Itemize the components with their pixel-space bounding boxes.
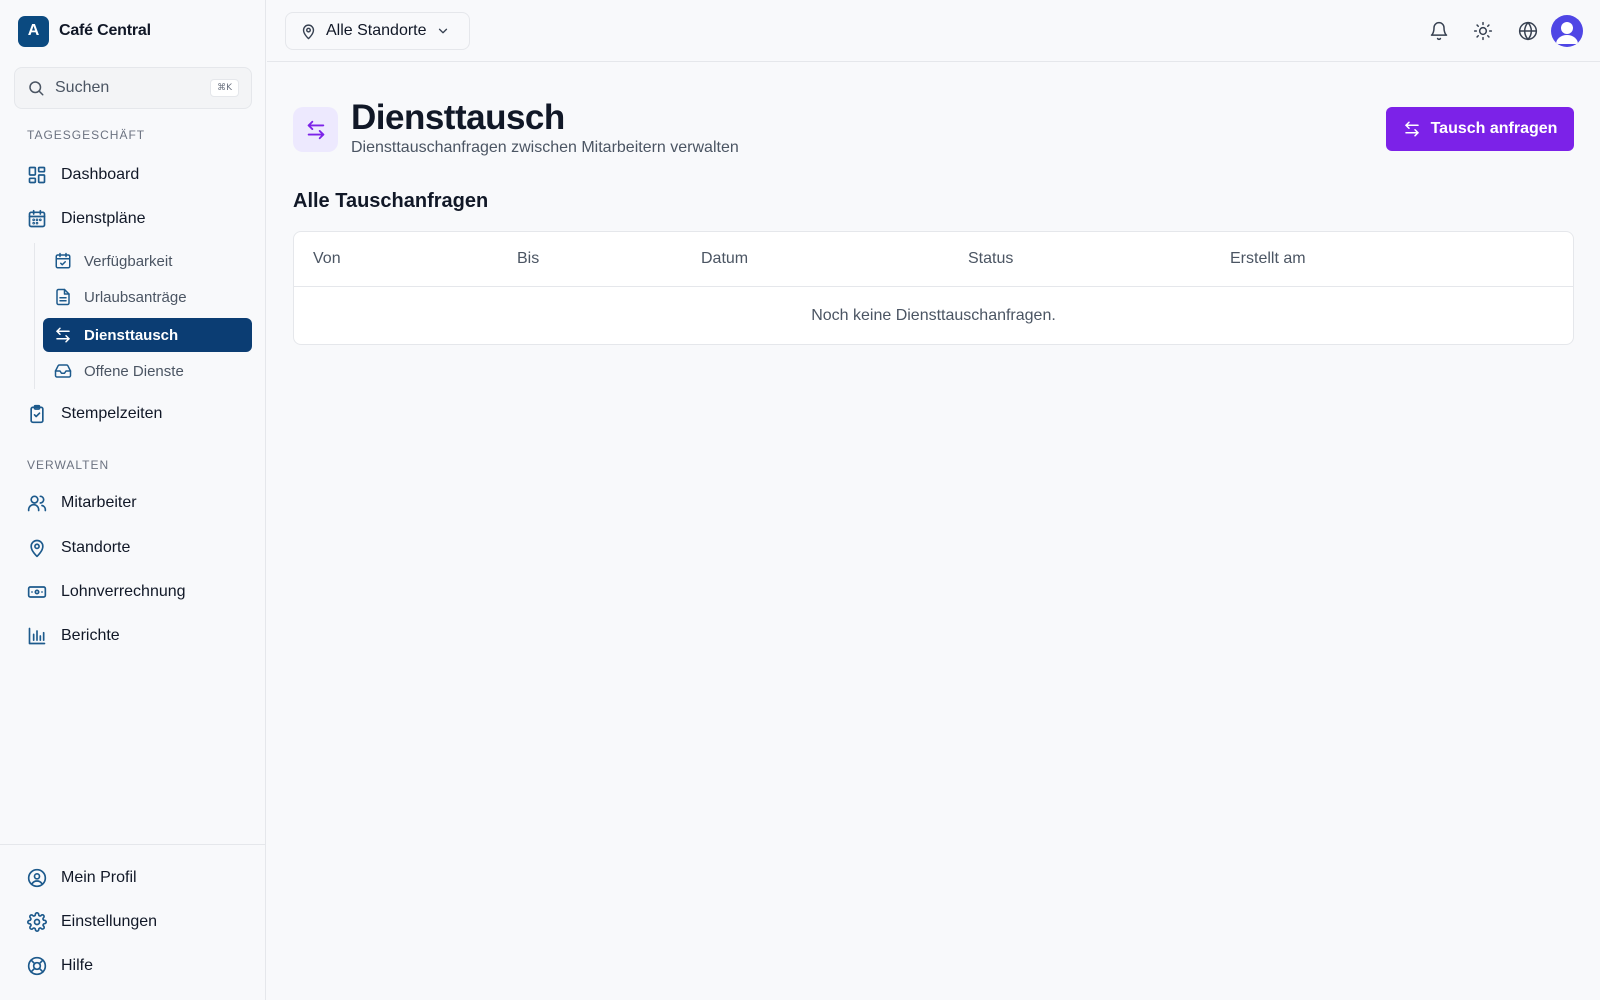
swap-icon xyxy=(1404,121,1419,137)
sidebar-item-label: Mitarbeiter xyxy=(61,494,137,511)
section-label-verwalten: VERWALTEN xyxy=(27,458,110,472)
clipboard-check-icon xyxy=(30,404,44,424)
sidebar-subitem-diensttausch[interactable]: Diensttausch xyxy=(43,318,252,352)
language-button[interactable] xyxy=(1516,19,1540,43)
sidebar-item-label: Standorte xyxy=(61,539,131,556)
sidebar-item-mein-profil[interactable]: Mein Profil xyxy=(14,858,252,898)
sidebar-item-standorte[interactable]: Standorte xyxy=(14,528,252,568)
sidebar-item-label: Stempelzeiten xyxy=(61,405,163,422)
sidebar-item-label: Lohnverrechnung xyxy=(61,583,186,600)
section-label-tagesgeschaeft: TAGESGESCHÄFT xyxy=(27,128,146,142)
brand-name: Café Central xyxy=(59,22,151,39)
sidebar-subitem-label: Diensttausch xyxy=(84,326,179,344)
page-icon xyxy=(293,107,338,152)
location-select[interactable]: Alle Standorte xyxy=(285,12,470,50)
chevron-down-icon xyxy=(438,28,447,34)
page-subtitle: Diensttauschanfragen zwischen Mitarbeite… xyxy=(351,139,739,156)
swap-requests-table: Von Bis Datum Status Erstellt am Noch ke… xyxy=(293,231,1574,345)
sidebar-subitem-label: Verfügbarkeit xyxy=(84,252,173,270)
search-shortcut-badge: ⌘K xyxy=(210,79,239,97)
avatar[interactable] xyxy=(1551,15,1583,47)
search-icon xyxy=(29,81,44,96)
lifebuoy-icon xyxy=(27,956,47,976)
column-header-status[interactable]: Status xyxy=(968,250,1013,268)
sidebar-item-hilfe[interactable]: Hilfe xyxy=(14,946,252,986)
sub-nav-line xyxy=(34,243,35,389)
globe-icon xyxy=(1518,21,1538,41)
sidebar-item-label: Hilfe xyxy=(61,957,94,974)
search-placeholder: Suchen xyxy=(55,79,110,96)
sidebar-item-label: Mein Profil xyxy=(61,869,137,886)
sidebar-item-label: Dashboard xyxy=(61,166,140,183)
sidebar-item-label: Berichte xyxy=(61,627,120,644)
brand[interactable]: A Café Central xyxy=(18,15,151,47)
gear-icon xyxy=(27,912,47,932)
bar-chart-icon xyxy=(28,627,46,645)
sun-icon xyxy=(1473,21,1493,41)
sidebar-item-label: Einstellungen xyxy=(61,913,158,930)
column-header-von[interactable]: Von xyxy=(313,250,341,268)
request-swap-button-label: Tausch anfragen xyxy=(1430,120,1558,137)
table-header: Von Bis Datum Status Erstellt am xyxy=(294,232,1573,287)
user-avatar-icon xyxy=(1556,22,1578,44)
swap-icon xyxy=(307,120,324,139)
sidebar-item-stempelzeiten[interactable]: Stempelzeiten xyxy=(14,394,252,434)
map-pin-icon xyxy=(302,23,315,39)
calendar-icon xyxy=(28,209,46,228)
table-empty-state: Noch keine Diensttauschanfragen. xyxy=(811,307,1056,324)
section-title: Alle Tauschanfragen xyxy=(293,190,489,212)
file-text-icon xyxy=(56,288,70,306)
calendar-check-icon xyxy=(55,252,71,269)
theme-toggle-button[interactable] xyxy=(1471,19,1495,43)
sidebar-subitem-verfuegbarkeit[interactable]: Verfügbarkeit xyxy=(43,244,252,278)
sidebar-subitem-urlaubsantraege[interactable]: Urlaubsanträge xyxy=(43,280,252,314)
sidebar-item-label: Dienstpläne xyxy=(61,210,146,227)
search-input[interactable]: Suchen ⌘K xyxy=(14,67,252,109)
notifications-button[interactable] xyxy=(1427,19,1451,43)
sidebar-item-mitarbeiter[interactable]: Mitarbeiter xyxy=(14,483,252,523)
sidebar-item-dienstplaene[interactable]: Dienstpläne xyxy=(14,199,252,239)
sidebar-item-einstellungen[interactable]: Einstellungen xyxy=(14,902,252,942)
sidebar-footer: Mein Profil Einstellungen Hilfe xyxy=(0,844,266,1000)
dashboard-icon xyxy=(28,166,46,184)
sidebar-item-dashboard[interactable]: Dashboard xyxy=(14,155,252,195)
column-header-erstellt-am[interactable]: Erstellt am xyxy=(1230,250,1306,268)
location-select-value: Alle Standorte xyxy=(326,22,427,39)
sidebar-item-lohnverrechnung[interactable]: Lohnverrechnung xyxy=(14,572,252,612)
topbar: Alle Standorte xyxy=(267,0,1600,62)
swap-icon xyxy=(56,327,70,343)
brand-logo: A xyxy=(18,15,49,47)
column-header-datum[interactable]: Datum xyxy=(701,250,748,268)
sidebar-subitem-offene-dienste[interactable]: Offene Dienste xyxy=(43,354,252,388)
banknote-icon xyxy=(27,586,47,598)
request-swap-button[interactable]: Tausch anfragen xyxy=(1386,107,1574,151)
sidebar-subitem-label: Urlaubsanträge xyxy=(84,288,187,306)
sidebar-item-berichte[interactable]: Berichte xyxy=(14,616,252,656)
page-title: Diensttausch xyxy=(351,98,565,137)
sidebar: A Café Central Suchen ⌘K TAGESGESCHÄFT D… xyxy=(0,0,266,1000)
user-circle-icon xyxy=(27,868,47,888)
map-pin-icon xyxy=(30,539,44,558)
users-icon xyxy=(27,495,47,512)
sidebar-subitem-label: Offene Dienste xyxy=(84,362,184,380)
bell-icon xyxy=(1430,21,1448,41)
column-header-bis[interactable]: Bis xyxy=(517,250,539,268)
inbox-icon xyxy=(54,364,72,378)
